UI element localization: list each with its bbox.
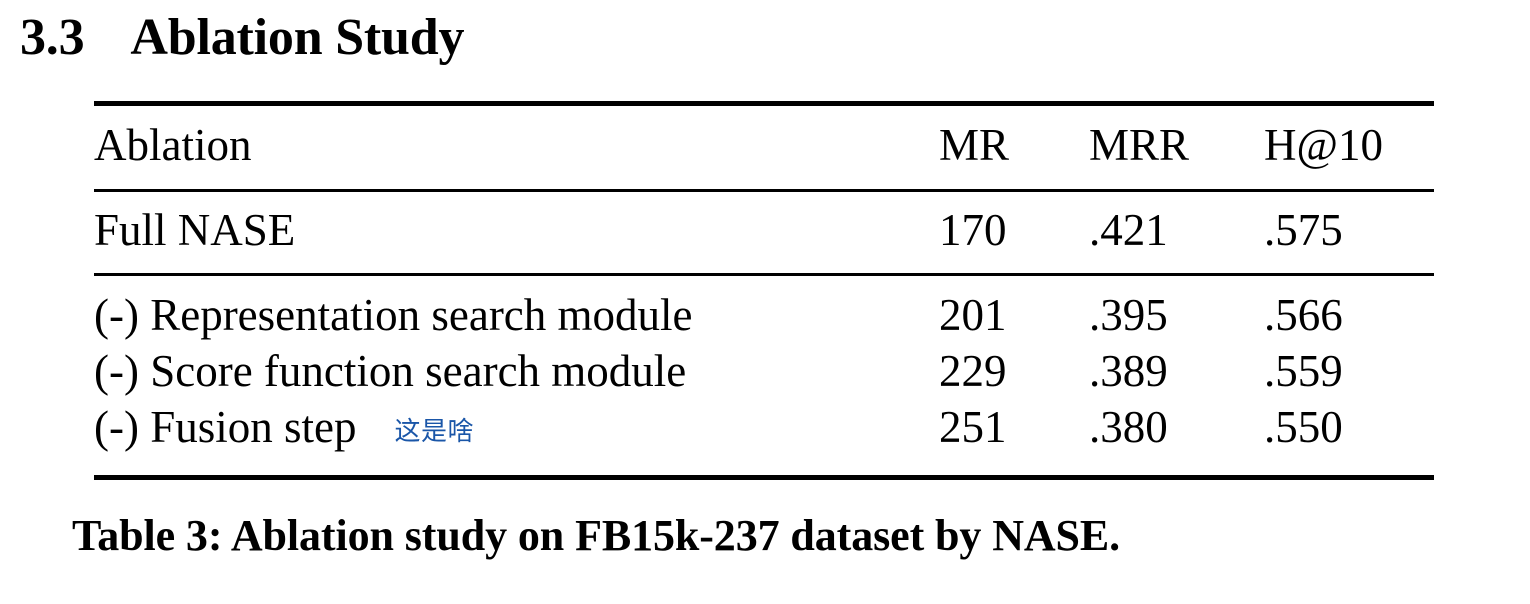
column-header-ablation: Ablation bbox=[94, 120, 252, 170]
cell-mr: 251 bbox=[939, 402, 1007, 452]
column-header-mr: MR bbox=[939, 120, 1010, 170]
cell-mrr: .421 bbox=[1089, 205, 1168, 255]
table-row: Full NASE 170 .421 .575 bbox=[94, 208, 1434, 253]
spacer-row bbox=[94, 106, 1434, 123]
ablation-table: Ablation MR MRR H@10 Full NASE 170 .421 … bbox=[94, 101, 1434, 480]
table-row: (-) Fusion step 这是啥 251 .380 .550 bbox=[94, 405, 1434, 461]
table-rule-bottom bbox=[94, 475, 1434, 480]
cell-mrr: .389 bbox=[1089, 346, 1168, 396]
row-label-with-annotation: (-) Fusion step 这是啥 bbox=[94, 405, 939, 461]
cell-h10: .550 bbox=[1264, 402, 1343, 452]
table-body-section: (-) Representation search module 201 .39… bbox=[94, 276, 1434, 475]
table-caption: Table 3: Ablation study on FB15k-237 dat… bbox=[72, 511, 1121, 560]
cell-h10: .559 bbox=[1264, 346, 1343, 396]
column-header-h10: H@10 bbox=[1264, 120, 1383, 170]
spacer-row bbox=[94, 168, 1434, 189]
spacer-row bbox=[94, 461, 1434, 475]
row-label: (-) Representation search module bbox=[94, 290, 693, 340]
cell-h10: .575 bbox=[1264, 205, 1343, 255]
cell-mr: 229 bbox=[939, 346, 1007, 396]
spacer-row bbox=[94, 253, 1434, 273]
row-label-full-nase: Full NASE bbox=[94, 205, 296, 255]
column-header-mrr: MRR bbox=[1089, 120, 1190, 170]
spacer-row bbox=[94, 192, 1434, 208]
cell-mr: 201 bbox=[939, 290, 1007, 340]
handwritten-annotation: 这是啥 bbox=[394, 417, 475, 447]
cell-mrr: .380 bbox=[1089, 402, 1168, 452]
section-heading: 3.3 Ablation Study bbox=[20, 8, 464, 68]
table-row: (-) Representation search module 201 .39… bbox=[94, 293, 1434, 349]
cell-mrr: .395 bbox=[1089, 290, 1168, 340]
row-label: (-) Score function search module bbox=[94, 346, 687, 396]
row-label: (-) Fusion step bbox=[94, 402, 357, 452]
table-header-section: Ablation MR MRR H@10 bbox=[94, 106, 1434, 189]
page-title: Ablation Study bbox=[130, 9, 465, 66]
table-main-section: Full NASE 170 .421 .575 bbox=[94, 192, 1434, 273]
section-number: 3.3 bbox=[20, 9, 85, 66]
cell-mr: 170 bbox=[939, 205, 1007, 255]
table-header-row: Ablation MR MRR H@10 bbox=[94, 123, 1434, 168]
table-row: (-) Score function search module 229 .38… bbox=[94, 349, 1434, 405]
cell-h10: .566 bbox=[1264, 290, 1343, 340]
